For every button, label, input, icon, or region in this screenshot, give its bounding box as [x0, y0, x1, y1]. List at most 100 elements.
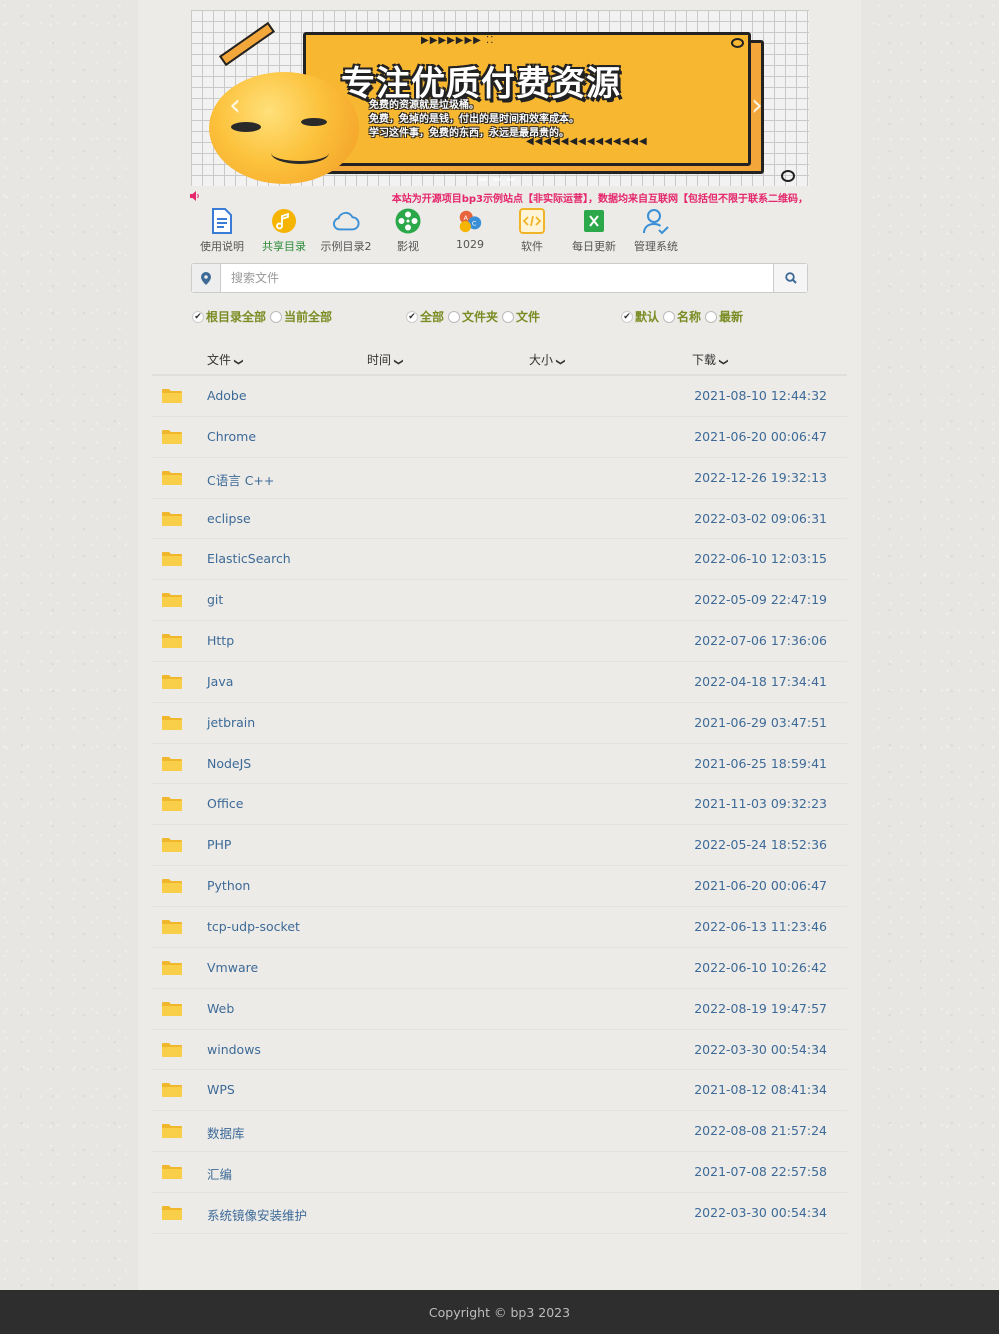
file-name-link[interactable]: 数据库: [207, 1123, 245, 1142]
file-name-link[interactable]: PHP: [207, 837, 231, 852]
folder-icon: [162, 511, 182, 527]
nav-item-software[interactable]: 软件: [501, 207, 563, 257]
nav-item-1029[interactable]: AC 1029: [439, 207, 501, 257]
filter-root-all[interactable]: ✔ 根目录全部: [192, 308, 266, 325]
carousel-indicator[interactable]: [493, 178, 501, 181]
banner-arrows-decoration-bottom: ◀◀◀◀◀◀◀◀◀◀◀◀◀◀: [526, 136, 648, 147]
filter-label: 文件: [516, 310, 541, 324]
radio-button[interactable]: [705, 310, 718, 323]
banner-carousel[interactable]: ▶▶▶▶▶▶▶ ⁚⁚ 专注优质付费资源 免费的资源就是垃圾桶。 免费，免掉的是钱…: [191, 10, 809, 186]
carousel-indicators[interactable]: [479, 178, 515, 181]
table-row[interactable]: PHP 2022-05-24 18:52:36: [152, 825, 847, 867]
folder-icon: [162, 878, 182, 894]
table-row[interactable]: C语言 C++ 2022-12-26 19:32:13: [152, 458, 847, 499]
table-row[interactable]: 数据库 2022-08-08 21:57:24: [152, 1111, 847, 1153]
filter-label: 默认: [635, 310, 660, 324]
nav-item-shared[interactable]: 共享目录: [253, 207, 315, 257]
file-name-link[interactable]: 汇编: [207, 1164, 232, 1183]
radio-button[interactable]: [448, 310, 461, 323]
table-row[interactable]: 系统镜像安装维护 2022-03-30 00:54:34: [152, 1193, 847, 1234]
table-row[interactable]: eclipse 2022-03-02 09:06:31: [152, 499, 847, 540]
radio-button[interactable]: [502, 310, 515, 323]
file-name-link[interactable]: Java: [207, 674, 233, 689]
file-name-link[interactable]: Office: [207, 796, 244, 811]
table-row[interactable]: Chrome 2021-06-20 00:06:47: [152, 417, 847, 458]
column-header-size[interactable]: 大小 ❯: [529, 351, 565, 368]
file-name-link[interactable]: Vmware: [207, 960, 258, 975]
file-date: 2022-06-10 10:26:42: [694, 959, 827, 975]
category-nav: 使用说明 共享目录 示例目录2 影视 AC 1029 软件 每日更新 管理系统: [191, 207, 687, 257]
filter-type-folder[interactable]: 文件夹: [448, 308, 498, 325]
filter-type-all[interactable]: ✔ 全部: [406, 308, 444, 325]
radio-button[interactable]: [270, 310, 283, 323]
radio-button[interactable]: [663, 310, 676, 323]
carousel-prev-icon[interactable]: ‹: [229, 88, 241, 123]
search-input[interactable]: [221, 264, 773, 292]
table-row[interactable]: Http 2022-07-06 17:36:06: [152, 621, 847, 662]
table-row[interactable]: NodeJS 2021-06-25 18:59:41: [152, 744, 847, 785]
checkmark-icon[interactable]: ✔: [192, 310, 204, 323]
table-row[interactable]: ElasticSearch 2022-06-10 12:03:15: [152, 539, 847, 581]
nav-item-admin[interactable]: 管理系统: [625, 207, 687, 257]
file-name-link[interactable]: NodeJS: [207, 756, 251, 771]
file-name-link[interactable]: WPS: [207, 1082, 235, 1097]
svg-text:A: A: [463, 214, 468, 222]
table-row[interactable]: Python 2021-06-20 00:06:47: [152, 866, 847, 907]
checkmark-icon[interactable]: ✔: [621, 310, 633, 323]
file-date: 2021-07-08 22:57:58: [694, 1164, 827, 1180]
file-name-link[interactable]: eclipse: [207, 511, 251, 526]
nav-item-video[interactable]: 影视: [377, 207, 439, 257]
file-table-header: 文件 ❯ 时间 ❯ 大小 ❯ 下载 ❯: [152, 342, 847, 376]
file-name-link[interactable]: ElasticSearch: [207, 551, 291, 566]
file-date: 2022-12-26 19:32:13: [694, 469, 827, 485]
notice-marquee: 本站为开源项目bp3示例站点【非实际运营】，数据均来自互联网【包括但不限于联系二…: [391, 194, 808, 205]
table-row[interactable]: Office 2021-11-03 09:32:23: [152, 784, 847, 826]
column-header-file[interactable]: 文件 ❯: [207, 351, 243, 368]
file-name-link[interactable]: C语言 C++: [207, 470, 274, 489]
sort-default[interactable]: ✔ 默认: [621, 308, 659, 325]
nav-label: 示例目录2: [320, 240, 372, 253]
excel-icon: [580, 207, 608, 235]
search-button[interactable]: [773, 264, 807, 292]
table-row[interactable]: jetbrain 2021-06-29 03:47:51: [152, 703, 847, 744]
file-name-link[interactable]: Adobe: [207, 388, 247, 403]
file-name-link[interactable]: Web: [207, 1001, 234, 1016]
carousel-next-icon[interactable]: ›: [751, 88, 763, 123]
table-row[interactable]: Java 2022-04-18 17:34:41: [152, 662, 847, 703]
file-name-link[interactable]: 系统镜像安装维护: [207, 1205, 307, 1224]
table-row[interactable]: Vmware 2022-06-10 10:26:42: [152, 948, 847, 989]
file-name-link[interactable]: Http: [207, 633, 234, 648]
file-name-link[interactable]: windows: [207, 1042, 261, 1057]
table-row[interactable]: WPS 2021-08-12 08:41:34: [152, 1070, 847, 1112]
table-row[interactable]: Adobe 2021-08-10 12:44:32: [152, 376, 847, 417]
column-header-download[interactable]: 下载 ❯: [692, 351, 728, 368]
table-row[interactable]: git 2022-05-09 22:47:19: [152, 580, 847, 622]
carousel-indicator[interactable]: [507, 178, 515, 181]
checkmark-icon[interactable]: ✔: [406, 310, 418, 323]
nav-item-usage[interactable]: 使用说明: [191, 207, 253, 257]
file-date: 2021-06-29 03:47:51: [694, 714, 827, 730]
sort-filter: ✔ 默认 名称 最新: [621, 308, 747, 325]
sort-name[interactable]: 名称: [663, 308, 701, 325]
file-name-link[interactable]: Chrome: [207, 429, 256, 444]
nav-item-daily[interactable]: 每日更新: [563, 207, 625, 257]
filter-current-all[interactable]: 当前全部: [270, 308, 332, 325]
folder-icon: [162, 1205, 182, 1221]
file-name-link[interactable]: jetbrain: [207, 715, 255, 730]
file-name-link[interactable]: git: [207, 592, 223, 607]
table-row[interactable]: 汇编 2021-07-08 22:57:58: [152, 1152, 847, 1193]
nav-item-example2[interactable]: 示例目录2: [315, 207, 377, 257]
file-date: 2022-05-09 22:47:19: [694, 592, 827, 608]
banner-ring-decoration: [731, 38, 744, 48]
file-name-link[interactable]: Python: [207, 878, 250, 893]
table-row[interactable]: tcp-udp-socket 2022-06-13 11:23:46: [152, 907, 847, 948]
column-header-time[interactable]: 时间 ❯: [367, 351, 403, 368]
table-row[interactable]: Web 2022-08-19 19:47:57: [152, 989, 847, 1030]
emoji-mouth: [271, 142, 329, 164]
filter-type-file[interactable]: 文件: [502, 308, 540, 325]
table-row[interactable]: windows 2022-03-30 00:54:34: [152, 1030, 847, 1071]
folder-icon: [162, 1042, 182, 1058]
carousel-indicator[interactable]: [479, 178, 487, 181]
file-name-link[interactable]: tcp-udp-socket: [207, 919, 300, 934]
sort-latest[interactable]: 最新: [705, 308, 743, 325]
